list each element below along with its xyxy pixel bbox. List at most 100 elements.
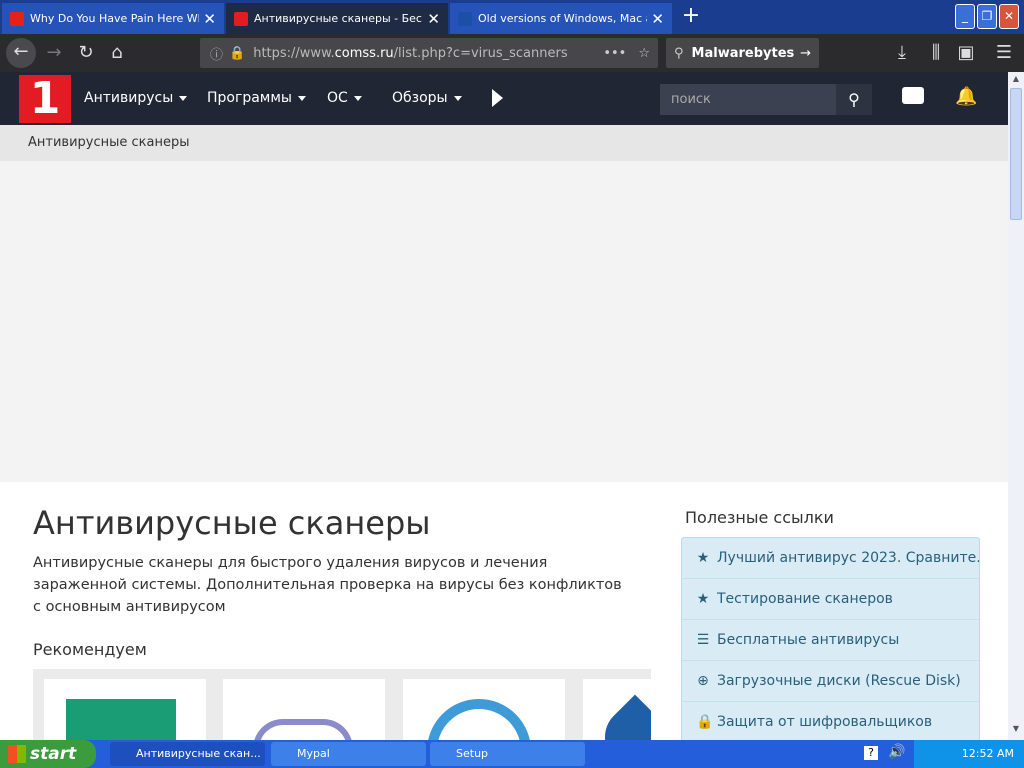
menu-antivirus[interactable]: Антивирусы xyxy=(84,72,188,125)
start-label: start xyxy=(30,744,77,764)
caret-down-icon xyxy=(353,95,362,101)
tab-title: Антивирусные сканеры - Бесплатн... xyxy=(254,12,423,25)
site-header: 1 Антивирусы Программы ОС Обзоры поиск ⚲… xyxy=(0,72,1008,125)
link-label: Защита от шифровальщиков xyxy=(717,714,933,730)
taskbar: start Антивирусные скан... Mypal Setup ?… xyxy=(0,740,1024,768)
menu-programs[interactable]: Программы xyxy=(207,72,306,125)
close-icon[interactable]: ✕ xyxy=(651,10,664,28)
tab-comss[interactable]: Антивирусные сканеры - Бесплатн... ✕ xyxy=(226,3,448,34)
volume-icon[interactable]: 🔊 xyxy=(888,744,905,760)
page-actions-icon[interactable]: ••• xyxy=(603,46,626,61)
product-logo xyxy=(592,694,651,740)
more-menu-icon[interactable] xyxy=(492,89,503,107)
sidebar-link-best-antivirus[interactable]: ★ Лучший антивирус 2023. Сравните... xyxy=(682,538,979,579)
download-icon[interactable]: ⤓ xyxy=(888,39,916,67)
search-go-icon[interactable]: → xyxy=(800,46,811,61)
lock-icon: 🔒 xyxy=(696,714,714,730)
site-search-input[interactable]: поиск xyxy=(660,84,836,115)
sidebar-title: Полезные ссылки xyxy=(685,508,834,527)
taskbar-label: Setup xyxy=(456,747,489,760)
link-label: Бесплатные антивирусы xyxy=(717,632,900,648)
sidebar-link-rescue-disk[interactable]: ⊕ Загрузочные диски (Rescue Disk) xyxy=(682,661,979,702)
menu-icon[interactable]: ☰ xyxy=(990,39,1018,67)
plus-circle-icon: ⊕ xyxy=(697,673,709,689)
close-icon[interactable]: ✕ xyxy=(427,10,440,28)
scroll-thumb[interactable] xyxy=(1010,88,1022,220)
url-prefix: https://www. xyxy=(253,45,335,61)
nav-bar: ← → ↻ ⌂ ⓘ 🔒 https://www. comss.ru /list.… xyxy=(0,34,1024,72)
vertical-scrollbar[interactable]: ▲ ▼ xyxy=(1008,72,1024,740)
menu-label: Обзоры xyxy=(392,90,448,106)
tab-youtube[interactable]: Why Do You Have Pain Here When... ✕ xyxy=(2,3,224,34)
breadcrumb[interactable]: Антивирусные сканеры xyxy=(0,125,1008,161)
caret-down-icon xyxy=(179,95,188,101)
tab-oldversions[interactable]: Old versions of Windows, Mac and... ✕ xyxy=(450,3,672,34)
product-card[interactable] xyxy=(403,679,565,740)
caret-down-icon xyxy=(297,95,306,101)
url-domain: comss.ru xyxy=(334,45,394,61)
menu-os[interactable]: ОС xyxy=(327,72,362,125)
chat-icon[interactable] xyxy=(902,87,924,104)
sidebar-icon[interactable]: ▣ xyxy=(952,39,980,67)
system-tray: 12:52 AM xyxy=(914,740,1024,768)
new-tab-button[interactable]: + xyxy=(678,3,704,31)
menu-label: Антивирусы xyxy=(84,90,174,106)
bookmark-star-icon[interactable]: ☆ xyxy=(638,46,650,61)
tab-bar: Why Do You Have Pain Here When... ✕ Анти… xyxy=(0,0,1024,34)
comss-icon xyxy=(234,11,248,26)
sidebar-link-free-antivirus[interactable]: ☰ Бесплатные антивирусы xyxy=(682,620,979,661)
menu-reviews[interactable]: Обзоры xyxy=(392,72,462,125)
home-icon[interactable]: ⌂ xyxy=(103,39,131,67)
menu-label: ОС xyxy=(327,90,348,106)
minimize-button[interactable]: _ xyxy=(955,4,975,29)
taskbar-item-setup[interactable]: Setup xyxy=(430,742,585,766)
star-icon: ★ xyxy=(696,591,710,607)
windows-logo-icon xyxy=(8,745,26,763)
scroll-down-icon[interactable]: ▼ xyxy=(1010,724,1022,736)
product-card[interactable] xyxy=(44,679,206,740)
youtube-icon xyxy=(10,11,24,26)
back-button[interactable]: ← xyxy=(6,38,36,68)
bell-icon[interactable]: 🔔 xyxy=(955,86,977,107)
sidebar-link-ransomware[interactable]: 🔒 Защита от шифровальщиков xyxy=(682,702,979,740)
url-bar[interactable]: ⓘ 🔒 https://www. comss.ru /list.php?c=vi… xyxy=(200,38,658,68)
tab-title: Old versions of Windows, Mac and... xyxy=(478,12,647,25)
reload-button[interactable]: ↻ xyxy=(72,39,100,67)
search-bar[interactable]: ⚲ Malwarebytes → xyxy=(666,38,819,68)
close-window-button[interactable]: ✕ xyxy=(999,4,1019,29)
page-title: Антивирусные сканеры xyxy=(33,504,431,542)
link-label: Загрузочные диски (Rescue Disk) xyxy=(717,673,961,689)
library-icon[interactable]: ⫼ xyxy=(922,39,950,67)
ov-icon xyxy=(458,11,472,26)
url-path: /list.php?c=virus_scanners xyxy=(393,45,568,61)
help-icon[interactable]: ? xyxy=(864,746,878,760)
useful-links: ★ Лучший антивирус 2023. Сравните... ★ Тес… xyxy=(681,537,980,740)
product-logo xyxy=(427,699,531,740)
sidebar-link-scanner-tests[interactable]: ★ Тестирование сканеров xyxy=(682,579,979,620)
info-icon[interactable]: ⓘ xyxy=(210,44,223,63)
product-logo xyxy=(253,719,353,740)
close-icon[interactable]: ✕ xyxy=(203,10,216,28)
page-description: Антивирусные сканеры для быстрого удален… xyxy=(33,555,622,615)
taskbar-item-mypal[interactable]: Mypal xyxy=(271,742,426,766)
site-search-button[interactable]: ⚲ xyxy=(836,84,872,115)
clock[interactable]: 12:52 AM xyxy=(962,747,1014,760)
menu-label: Программы xyxy=(207,90,292,106)
product-card[interactable] xyxy=(223,679,385,740)
taskbar-item-browser[interactable]: Антивирусные скан... xyxy=(110,742,265,766)
website: 1 Антивирусы Программы ОС Обзоры поиск ⚲… xyxy=(0,72,1008,740)
start-button[interactable]: start xyxy=(0,740,96,768)
link-label: Тестирование сканеров xyxy=(717,591,893,607)
taskbar-label: Антивирусные скан... xyxy=(136,747,261,760)
site-logo[interactable]: 1 xyxy=(19,75,71,123)
forward-button[interactable]: → xyxy=(40,39,68,67)
lock-icon: 🔒 xyxy=(229,45,246,61)
search-icon: ⚲ xyxy=(674,45,684,61)
list-icon: ☰ xyxy=(696,632,710,648)
recommend-cards xyxy=(33,669,651,740)
link-label: Лучший антивирус 2023. Сравните... xyxy=(717,550,979,566)
restore-button[interactable]: ❐ xyxy=(977,4,997,29)
scroll-up-icon[interactable]: ▲ xyxy=(1010,74,1022,86)
kaspersky-logo xyxy=(66,699,176,740)
product-card[interactable] xyxy=(583,679,651,740)
